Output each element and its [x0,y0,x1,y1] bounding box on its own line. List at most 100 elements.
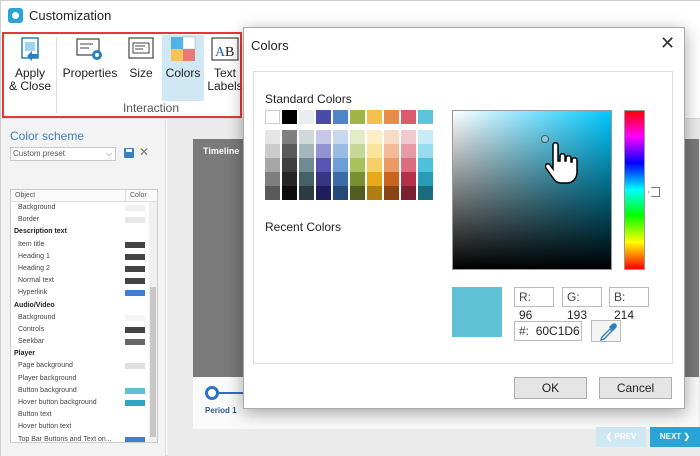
color-swatch[interactable] [125,400,145,406]
standard-color-swatch[interactable] [265,110,280,124]
color-swatch[interactable] [125,253,145,260]
standard-color-swatch[interactable] [316,158,331,172]
standard-color-swatch[interactable] [350,186,365,200]
standard-color-swatch[interactable] [384,172,399,186]
table-row[interactable]: Player background [11,373,157,385]
table-row[interactable]: Heading 1 [11,251,157,263]
table-row[interactable]: Hover button background [11,397,157,409]
table-row[interactable]: Item title [11,239,157,251]
standard-color-swatch[interactable] [333,144,348,158]
standard-color-swatch[interactable] [282,110,297,124]
table-row[interactable]: Button background [11,385,157,397]
standard-color-swatch[interactable] [299,130,314,144]
table-row[interactable]: Normal text [11,275,157,287]
table-row[interactable]: Background [11,312,157,324]
hue-slider-handle[interactable] [648,187,660,197]
standard-color-swatch[interactable] [418,110,433,124]
preset-select[interactable]: Custom preset ⌵ [10,147,116,161]
standard-color-swatch[interactable] [401,186,416,200]
standard-color-swatch[interactable] [282,158,297,172]
standard-color-swatch[interactable] [350,158,365,172]
standard-color-swatch[interactable] [333,172,348,186]
hue-slider[interactable] [624,110,645,270]
standard-color-swatch[interactable] [265,172,280,186]
ok-button[interactable]: OK [514,377,587,399]
standard-color-swatch[interactable] [384,158,399,172]
standard-color-swatch[interactable] [299,110,314,124]
color-swatch[interactable] [125,314,145,321]
color-swatch[interactable] [125,424,145,431]
table-row[interactable]: Button text [11,409,157,421]
color-swatch[interactable] [125,387,145,394]
standard-color-swatch[interactable] [265,186,280,200]
hex-field[interactable]: #: 60C1D6 [514,321,582,341]
standard-color-swatch[interactable] [367,158,382,172]
color-swatch[interactable] [125,412,145,419]
green-field[interactable]: G: 193 [562,287,602,322]
standard-color-swatch[interactable] [316,130,331,144]
standard-color-swatch[interactable] [401,130,416,144]
standard-color-swatch[interactable] [265,130,280,144]
standard-color-swatch[interactable] [418,186,433,200]
standard-color-swatch[interactable] [367,186,382,200]
color-swatch[interactable] [125,278,145,285]
standard-color-swatch[interactable] [401,158,416,172]
standard-color-swatch[interactable] [282,130,297,144]
standard-color-swatch[interactable] [299,144,314,158]
standard-color-swatch[interactable] [384,144,399,158]
standard-color-swatch[interactable] [282,144,297,158]
color-swatch[interactable] [125,436,145,442]
color-swatch[interactable] [125,326,145,333]
red-field[interactable]: R: 96 [514,287,554,322]
color-swatch[interactable] [125,363,145,370]
standard-color-swatch[interactable] [265,144,280,158]
standard-color-swatch[interactable] [367,130,382,144]
standard-color-swatch[interactable] [299,172,314,186]
save-icon[interactable] [124,148,134,158]
table-row[interactable]: Border [11,214,157,226]
standard-color-swatch[interactable] [367,172,382,186]
close-icon[interactable]: ✕ [660,33,675,54]
standard-color-swatch[interactable] [350,130,365,144]
table-row[interactable]: Heading 2 [11,263,157,275]
standard-color-swatch[interactable] [350,144,365,158]
standard-color-swatch[interactable] [333,130,348,144]
color-swatch[interactable] [125,241,145,248]
standard-color-swatch[interactable] [384,110,399,124]
prev-button[interactable]: ❮ PREV [596,427,646,447]
standard-color-swatch[interactable] [418,158,433,172]
table-row[interactable]: Top Bar Buttons and Text on... [11,434,157,442]
table-row[interactable]: Page background [11,360,157,372]
color-swatch[interactable] [125,265,145,272]
standard-color-swatch[interactable] [316,172,331,186]
standard-color-swatch[interactable] [350,172,365,186]
standard-color-swatch[interactable] [265,158,280,172]
cancel-button[interactable]: Cancel [599,377,672,399]
standard-color-swatch[interactable] [316,110,331,124]
standard-color-swatch[interactable] [367,144,382,158]
standard-color-swatch[interactable] [316,186,331,200]
color-spectrum[interactable] [452,110,612,270]
scrollbar-thumb[interactable] [150,287,156,437]
table-row[interactable]: Controls [11,324,157,336]
color-swatch[interactable] [125,205,145,211]
standard-color-swatch[interactable] [401,144,416,158]
standard-color-swatch[interactable] [401,172,416,186]
standard-color-swatch[interactable] [299,186,314,200]
delete-icon[interactable]: ✕ [139,145,149,159]
standard-color-swatch[interactable] [384,186,399,200]
standard-color-swatch[interactable] [333,186,348,200]
color-swatch[interactable] [125,375,145,382]
standard-color-swatch[interactable] [418,130,433,144]
standard-color-swatch[interactable] [401,110,416,124]
table-row[interactable]: Background [11,202,157,214]
standard-color-swatch[interactable] [350,110,365,124]
standard-color-swatch[interactable] [384,130,399,144]
scrollbar[interactable] [149,202,157,442]
standard-color-swatch[interactable] [282,172,297,186]
blue-field[interactable]: B: 214 [609,287,649,322]
eyedropper-button[interactable] [591,320,621,342]
table-row[interactable]: Hover button text [11,421,157,433]
next-button[interactable]: NEXT ❯ [650,427,700,447]
standard-color-swatch[interactable] [282,186,297,200]
